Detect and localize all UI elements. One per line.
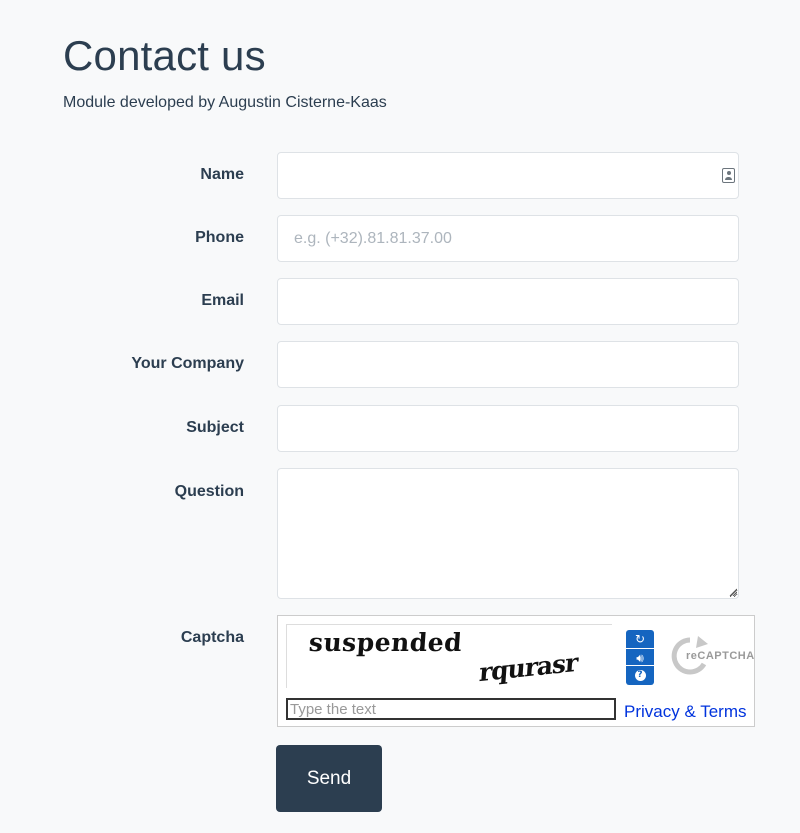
company-input[interactable]: [277, 341, 739, 388]
captcha-word-2: rqurasr: [478, 647, 579, 688]
email-label: Email: [201, 292, 244, 309]
page-title: Contact us: [63, 32, 266, 79]
name-label: Name: [200, 166, 244, 183]
page-subtitle: Module developed by Augustin Cisterne-Ka…: [63, 94, 387, 111]
question-label: Question: [174, 483, 244, 500]
captcha-widget: suspended rqurasr ↻ 🔊︎ ? reCAPTCHA Priva…: [277, 615, 755, 727]
captcha-image: suspended rqurasr: [286, 624, 612, 688]
captcha-input[interactable]: [286, 698, 616, 720]
contact-card-icon[interactable]: [722, 168, 735, 183]
email-input[interactable]: [277, 278, 739, 325]
captcha-word-1: suspended: [307, 628, 464, 657]
phone-input[interactable]: [277, 215, 739, 262]
resize-grip-icon[interactable]: [729, 588, 737, 596]
captcha-controls: ↻ 🔊︎ ?: [626, 630, 654, 685]
recaptcha-logo-text: reCAPTCHA: [686, 650, 755, 662]
subject-input[interactable]: [277, 405, 739, 452]
help-icon[interactable]: ?: [626, 666, 654, 684]
subject-label: Subject: [186, 419, 244, 436]
audio-icon[interactable]: 🔊︎: [626, 648, 654, 666]
company-label: Your Company: [131, 355, 244, 372]
name-input[interactable]: [277, 152, 739, 199]
privacy-terms-link[interactable]: Privacy & Terms: [624, 702, 747, 722]
captcha-label: Captcha: [180, 629, 244, 646]
question-textarea[interactable]: [277, 468, 739, 599]
refresh-icon[interactable]: ↻: [626, 630, 654, 648]
phone-label: Phone: [195, 229, 244, 246]
send-button[interactable]: Send: [276, 745, 382, 812]
